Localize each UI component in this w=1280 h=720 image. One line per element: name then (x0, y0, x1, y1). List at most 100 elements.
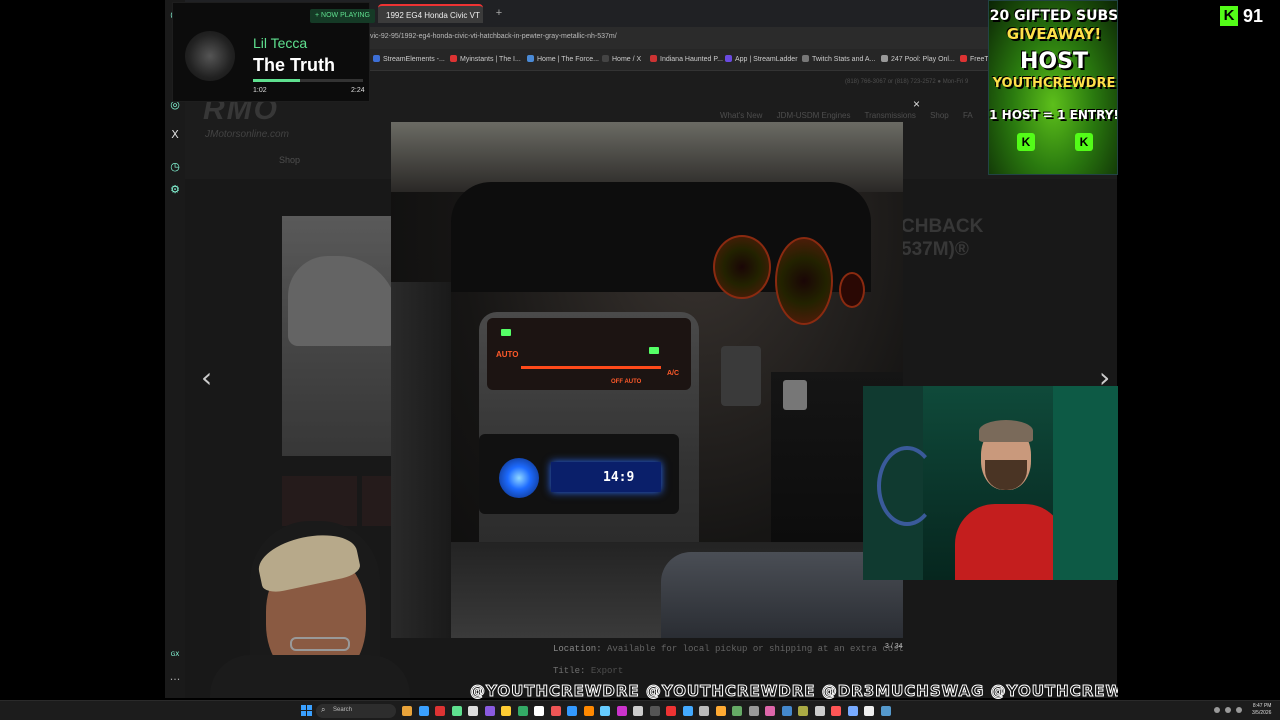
webcam-guest (863, 386, 1118, 580)
haunted-icon (650, 55, 657, 62)
taskbar-app-icon[interactable] (864, 706, 874, 716)
settings-icon[interactable]: ⚙ (168, 183, 182, 197)
taskbar-app-icon[interactable] (847, 706, 858, 716)
new-tab-button[interactable]: + (491, 4, 507, 23)
taskbar-app-icon[interactable] (666, 706, 676, 716)
tray-volume-icon[interactable] (1236, 707, 1242, 713)
pool-icon (881, 55, 888, 62)
taskbar-app-icon[interactable] (831, 706, 841, 716)
bookmark-streamelements[interactable]: StreamElements -... (373, 55, 445, 63)
more-icon[interactable]: ... (168, 670, 182, 684)
fuel-gauge (839, 272, 865, 308)
taskbar-app-icon[interactable] (501, 706, 511, 716)
track-total: 2:24 (351, 87, 365, 94)
history-icon[interactable]: ◷ (168, 160, 182, 174)
giveaway-banner: 20 GIFTED SUBS GIVEAWAY! HOST YOUTHCREWD… (988, 0, 1118, 175)
screen: ◉ ◎ X ◷ ⚙ GX ... 1992 EG4 Honda Civic VT… (0, 0, 1280, 720)
streamladder-icon (725, 55, 732, 62)
bookmark-myinstants[interactable]: Myinstants | The I... (450, 55, 521, 63)
giveaway-line1: 20 GIFTED SUBS (989, 8, 1118, 24)
taskbar-app-icon[interactable] (616, 706, 627, 716)
browser-side-rail: ◉ ◎ X ◷ ⚙ GX ... (165, 0, 185, 698)
bookmark-the-force[interactable]: Home | The Force... (527, 55, 599, 63)
giveaway-line4: YOUTHCREWDRE (992, 76, 1116, 91)
taskbar-app-icon[interactable] (451, 706, 462, 716)
taskbar-app-icon[interactable] (748, 706, 759, 716)
twitch-stats-icon (802, 55, 809, 62)
taskbar-app-icon[interactable] (517, 706, 528, 716)
kick-logo-icon: K (1075, 133, 1093, 151)
webcam-background-light (1053, 386, 1118, 580)
taskbar-app-icon[interactable] (880, 706, 891, 716)
track-progress-bar (253, 79, 363, 82)
taskbar-app-icon[interactable] (798, 706, 808, 716)
track-title: The Truth (253, 55, 335, 75)
bookmark-x[interactable]: Home / X (602, 55, 641, 63)
taskbar-app-icon[interactable] (583, 706, 594, 716)
giveaway-line2: GIVEAWAY! (1006, 25, 1102, 43)
taskbar-app-icon[interactable] (732, 706, 742, 716)
taskbar-app-icon[interactable] (814, 706, 825, 716)
bookmark-streamladder[interactable]: App | StreamLadder (725, 55, 798, 63)
taskbar-app-icon[interactable] (534, 706, 544, 716)
webcam-person (945, 414, 1065, 580)
lightbox-photo-dashboard[interactable]: AUTO A/C OFF AUTO 14:9 (391, 122, 903, 638)
bookmark-247-pool[interactable]: 247 Pool: Play Onl... (881, 55, 955, 63)
album-art (185, 31, 235, 81)
side-vent (721, 346, 761, 406)
kick-logo-icon: K (1220, 6, 1238, 26)
viewer-count: 91 (1243, 6, 1264, 26)
taskbar-app-icon[interactable] (649, 706, 660, 716)
tab-honda-civic[interactable]: 1992 EG4 Honda Civic VT (378, 4, 483, 23)
taskbar-app-icon[interactable] (699, 706, 709, 716)
taskbar-app-icon[interactable] (682, 706, 693, 716)
streamelements-icon (373, 55, 380, 62)
taskbar-app-icon[interactable] (484, 706, 495, 716)
taskbar-app-icon[interactable] (765, 706, 775, 716)
force-icon (527, 55, 534, 62)
guest-cap (979, 420, 1033, 442)
taskbar-search[interactable]: ⌕ Search (316, 704, 396, 718)
windows-start-icon[interactable] (301, 705, 312, 716)
lightbox-prev-button[interactable]: ‹ (201, 361, 212, 394)
speedometer-gauge (775, 237, 833, 325)
taskbar-app-icon[interactable] (402, 706, 412, 716)
taskbar-app-icon[interactable] (633, 706, 643, 716)
taskbar-app-icon[interactable] (567, 706, 577, 716)
taskbar-app-icon[interactable] (435, 706, 445, 716)
lightbox-close-button[interactable]: × (913, 97, 920, 111)
taskbar-app-icon[interactable] (468, 706, 478, 716)
x-icon[interactable]: X (168, 128, 182, 142)
windows-taskbar: ⌕ Search 8:47 PM 3/5/2026 (0, 700, 1280, 720)
taskbar-app-icon[interactable] (418, 706, 429, 716)
bookmark-indiana-haunted[interactable]: Indiana Haunted P... (650, 55, 723, 63)
url-text[interactable]: vic-92-95/1992-eg4-honda-civic-vti-hatch… (370, 33, 617, 40)
tray-chevron-icon[interactable] (1214, 707, 1220, 713)
tachometer-gauge (713, 235, 771, 299)
stereo-display-text: 14:9 (603, 470, 635, 485)
myinstants-icon (450, 55, 457, 62)
kick-logo-icon: K (1017, 133, 1035, 151)
taskbar-app-icon[interactable] (715, 706, 726, 716)
taskbar-app-icon[interactable] (781, 706, 792, 716)
taskbar-app-icon[interactable] (600, 706, 610, 716)
climate-indicator-led (501, 329, 511, 336)
webcam-streamer (190, 505, 440, 698)
opera-gx-icon[interactable]: GX (168, 648, 182, 662)
tray-network-icon[interactable] (1225, 707, 1231, 713)
hazard-switch (783, 380, 807, 410)
stereo-volume-knob (499, 458, 539, 498)
track-progress-fill (253, 79, 301, 82)
climate-ac-label: A/C (667, 370, 680, 377)
track-elapsed: 1:02 (253, 87, 267, 94)
viewer-count-widget: K 91 (1220, 6, 1263, 26)
now-playing-badge: + NOW PLAYING (310, 9, 375, 23)
taskbar-clock[interactable]: 8:47 PM 3/5/2026 (1252, 703, 1271, 717)
climate-auto-label: AUTO (496, 350, 519, 359)
lightbox-counter: 3 / 34 (885, 643, 903, 650)
streamer-shirt (210, 655, 410, 698)
social-ticker: @YOUTHCREWDRE @YOUTHCREWDRE @DR3MUCHSWAG… (470, 683, 1118, 699)
bookmark-twitch-stats[interactable]: Twitch Stats and A... (802, 55, 875, 63)
taskbar-app-icon[interactable] (550, 706, 561, 716)
streamer-glasses (290, 637, 350, 651)
